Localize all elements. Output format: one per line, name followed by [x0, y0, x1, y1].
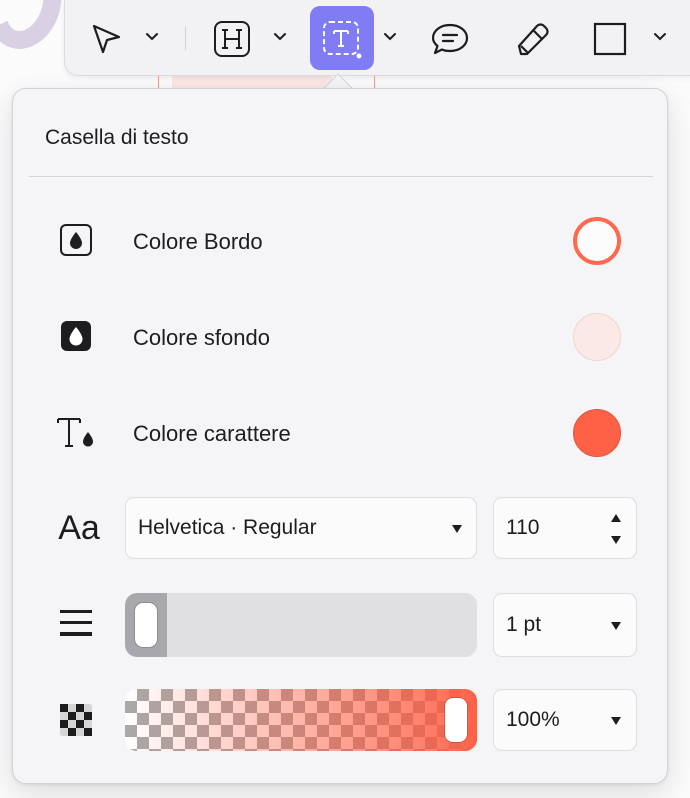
increment-icon[interactable]	[611, 514, 621, 522]
line-width-value: 1 pt	[506, 613, 542, 636]
text-drop-icon	[53, 409, 99, 455]
chevron-down-icon	[384, 33, 396, 41]
line-width-slider[interactable]	[125, 593, 477, 657]
text-box-tool-button[interactable]	[310, 6, 374, 70]
font-size-value: 110	[506, 516, 540, 539]
pointer-arrow-icon	[92, 24, 121, 54]
document-logo-fragment	[0, 0, 74, 60]
caret-down-icon	[611, 717, 621, 725]
border-color-swatch[interactable]	[573, 217, 621, 265]
text-box-settings-popover: Casella di testo Colore Bordo Colore sfo…	[12, 88, 668, 784]
font-family-value: Helvetica · Regular	[138, 516, 317, 539]
caret-down-icon	[611, 622, 621, 630]
text-box-icon	[323, 21, 362, 59]
chevron-down-icon	[274, 33, 286, 41]
line-width-slider-thumb[interactable]	[135, 603, 157, 647]
comment-tool-button[interactable]	[419, 8, 481, 70]
opacity-select[interactable]: 100%	[493, 689, 637, 751]
select-tool-menu-caret[interactable]	[143, 27, 161, 47]
font-size-stepper[interactable]: 110	[493, 497, 637, 559]
popover-divider	[29, 176, 653, 177]
checkerboard-icon	[53, 697, 99, 743]
border-color-label: Colore Bordo	[133, 229, 263, 254]
font-family-select[interactable]: Helvetica · Regular	[125, 497, 477, 559]
rectangle-icon	[593, 22, 627, 56]
background-color-label: Colore sfondo	[133, 325, 270, 350]
speech-bubble-icon	[431, 23, 469, 55]
opacity-value: 100%	[506, 708, 560, 731]
chevron-down-icon	[146, 33, 158, 41]
toolbar-separator	[185, 26, 186, 50]
annotation-toolbar	[64, 0, 690, 76]
drop-filled-icon	[53, 313, 99, 359]
line-width-select[interactable]: 1 pt	[493, 593, 637, 657]
text-color-swatch[interactable]	[573, 409, 621, 457]
drop-outline-icon	[53, 217, 99, 263]
text-color-label: Colore carattere	[133, 421, 291, 446]
pencil-icon	[517, 23, 549, 56]
heading-tool-menu-caret[interactable]	[271, 27, 289, 47]
select-tool-button[interactable]	[75, 8, 137, 70]
shape-tool-menu-caret[interactable]	[651, 27, 669, 47]
caret-down-icon	[452, 525, 462, 533]
background-color-swatch[interactable]	[573, 313, 621, 361]
heading-tool-button[interactable]	[201, 8, 263, 70]
heading-h-icon	[214, 21, 250, 57]
opacity-slider[interactable]	[125, 689, 477, 751]
font-icon-glyph: Aa	[58, 508, 100, 547]
decrement-icon[interactable]	[611, 536, 621, 544]
font-aa-icon: Aa	[51, 505, 107, 551]
text-box-tool-menu-caret[interactable]	[381, 27, 399, 47]
chevron-down-icon	[654, 33, 666, 41]
opacity-slider-thumb[interactable]	[445, 698, 467, 742]
draw-tool-button[interactable]	[501, 8, 563, 70]
popover-title: Casella di testo	[45, 126, 189, 149]
shape-tool-button[interactable]	[579, 8, 641, 70]
opacity-slider-gradient	[125, 689, 477, 751]
line-weight-icon	[53, 601, 99, 647]
